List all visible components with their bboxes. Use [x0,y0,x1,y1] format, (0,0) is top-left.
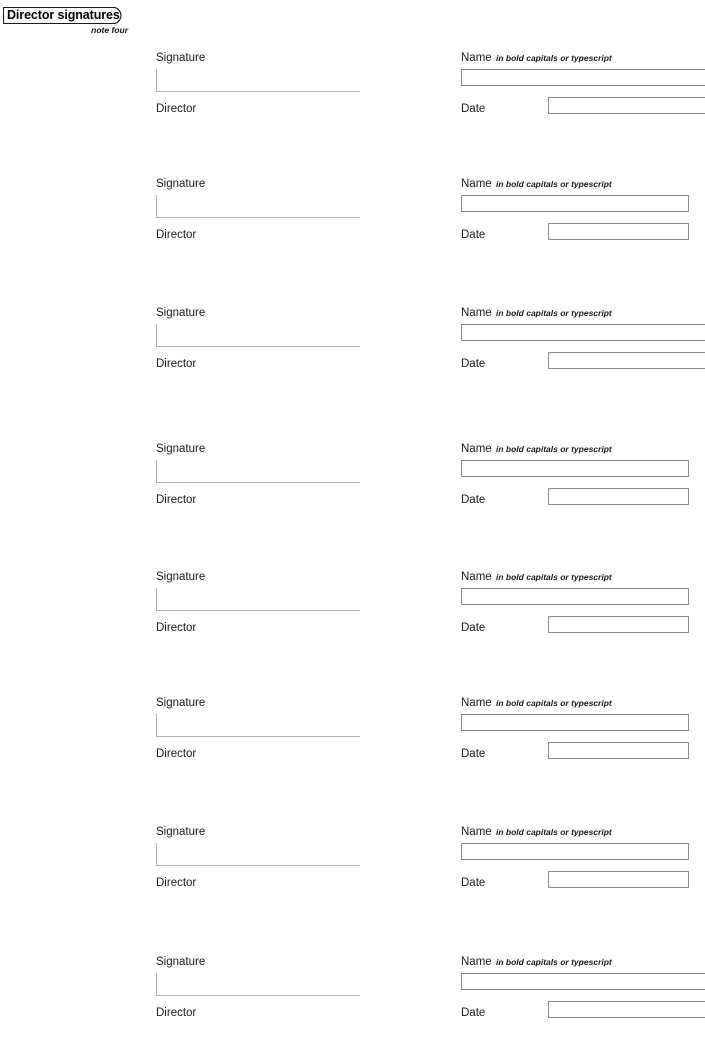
signature-block: Signature Director Name in bold capitals or… [0,52,705,132]
name-input[interactable] [461,843,689,860]
signature-block: Signature Director Name in bold capitals or… [0,697,705,777]
director-label: Director [156,748,197,760]
signature-label: Signature [156,697,206,709]
name-label: Name [461,443,492,455]
name-input[interactable] [461,69,705,86]
name-input[interactable] [461,714,689,731]
date-label: Date [461,622,486,634]
signature-block: Signature Director Name in bold capitals or… [0,443,705,523]
name-label: Name [461,826,492,838]
date-label: Date [461,877,486,889]
date-input[interactable] [548,352,705,369]
name-label: Name [461,307,492,319]
date-input[interactable] [548,223,689,240]
signature-block: Signature Director Name in bold capitals or… [0,571,705,651]
director-label: Director [156,877,197,889]
name-input[interactable] [461,588,689,605]
name-label: Name [461,697,492,709]
name-label: Name [461,571,492,583]
date-label: Date [461,748,486,760]
signature-input[interactable] [156,714,360,737]
signature-label: Signature [156,443,206,455]
signature-label: Signature [156,178,206,190]
director-label: Director [156,1007,197,1019]
signature-label: Signature [156,307,206,319]
director-label: Director [156,358,197,370]
date-input[interactable] [548,871,689,888]
name-input[interactable] [461,460,689,477]
date-input[interactable] [548,488,689,505]
name-format-hint: in bold capitals or typescript [496,53,612,63]
signature-block: Signature Director Name in bold capitals or… [0,826,705,906]
name-label: Name [461,956,492,968]
name-format-hint: in bold capitals or typescript [496,957,612,967]
signature-input[interactable] [156,195,360,218]
director-label: Director [156,103,197,115]
director-label: Director [156,494,197,506]
date-label: Date [461,1007,486,1019]
name-format-hint: in bold capitals or typescript [496,827,612,837]
name-format-hint: in bold capitals or typescript [496,572,612,582]
signature-label: Signature [156,571,206,583]
date-label: Date [461,358,486,370]
signature-input[interactable] [156,588,360,611]
signature-block: Signature Director Name in bold capitals or… [0,956,705,1036]
date-input[interactable] [548,97,705,114]
date-label: Date [461,494,486,506]
name-input[interactable] [461,973,705,990]
signature-label: Signature [156,956,206,968]
name-format-hint: in bold capitals or typescript [496,179,612,189]
page-title: Director signatures [7,8,120,22]
date-input[interactable] [548,1001,705,1018]
signature-input[interactable] [156,460,360,483]
date-input[interactable] [548,742,689,759]
name-format-hint: in bold capitals or typescript [496,698,612,708]
signature-label: Signature [156,826,206,838]
signature-input[interactable] [156,843,360,866]
signature-block: Signature Director Name in bold capitals or… [0,307,705,387]
signature-input[interactable] [156,324,360,347]
header-note-reference: note four [91,25,128,35]
name-label: Name [461,52,492,64]
name-format-hint: in bold capitals or typescript [496,444,612,454]
signature-input[interactable] [156,973,360,996]
name-label: Name [461,178,492,190]
date-input[interactable] [548,616,689,633]
date-label: Date [461,229,486,241]
signature-block: Signature Director Name in bold capitals or… [0,178,705,258]
name-format-hint: in bold capitals or typescript [496,308,612,318]
name-input[interactable] [461,324,705,341]
director-label: Director [156,622,197,634]
director-label: Director [156,229,197,241]
name-input[interactable] [461,195,689,212]
signature-input[interactable] [156,69,360,92]
date-label: Date [461,103,486,115]
signature-label: Signature [156,52,206,64]
